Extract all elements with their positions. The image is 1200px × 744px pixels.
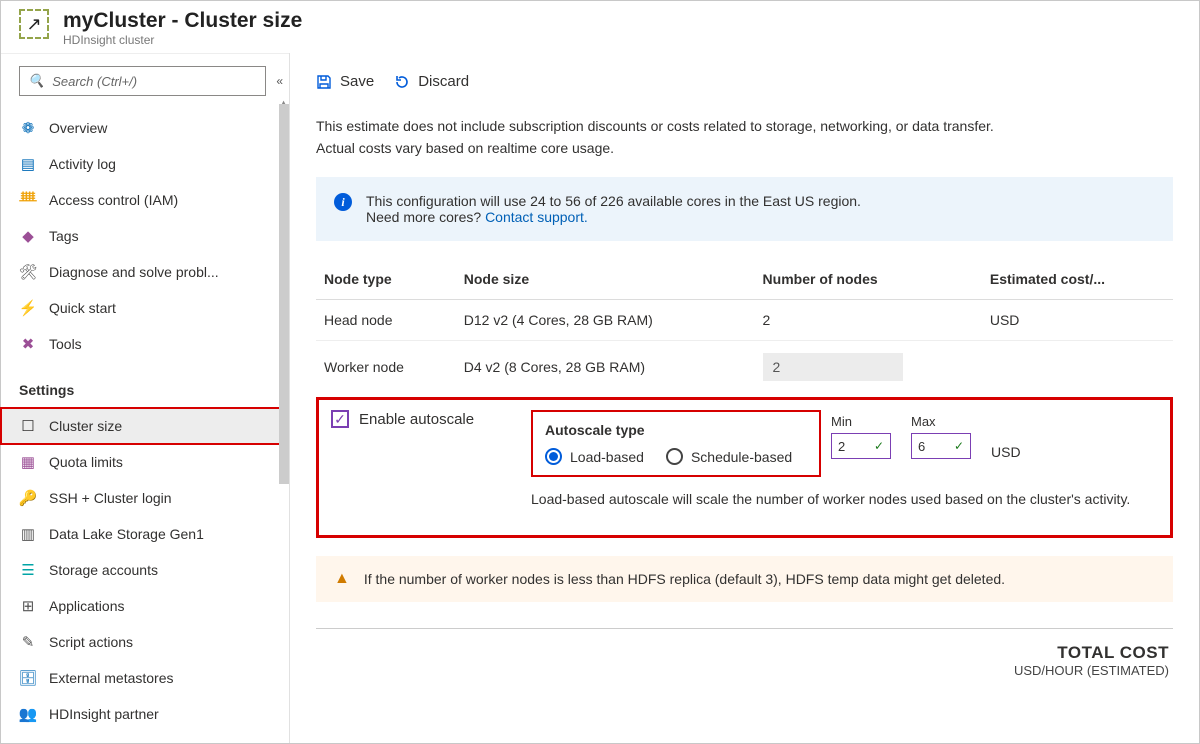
col-node-size: Node size — [456, 259, 755, 300]
sidebar-item-access[interactable]: ᚙAccess control (IAM) — [1, 182, 289, 218]
page-title: myCluster - Cluster size — [63, 9, 302, 33]
sidebar-item-scripts[interactable]: ✎Script actions — [1, 624, 289, 660]
script-icon: ✎ — [19, 633, 37, 651]
total-cost-heading: TOTAL COST — [290, 643, 1169, 663]
node-table: Node type Node size Number of nodes Esti… — [316, 259, 1173, 393]
sidebar-item-overview[interactable]: ❁Overview — [1, 110, 289, 146]
db-icon: 🗄 — [19, 669, 37, 687]
autoscale-description: Load-based autoscale will scale the numb… — [531, 485, 1158, 507]
radio-icon — [545, 448, 562, 465]
col-node-type: Node type — [316, 259, 456, 300]
autoscale-usd: USD — [991, 414, 1021, 460]
sidebar-item-tags[interactable]: ◆Tags — [1, 218, 289, 254]
partner-icon: 👥 — [19, 705, 37, 723]
radio-icon — [666, 448, 683, 465]
storage-icon: ☰ — [19, 561, 37, 579]
warning-icon: ▲ — [334, 570, 350, 588]
save-button[interactable]: Save — [316, 73, 374, 90]
sidebar-item-diagnose[interactable]: 🛠Diagnose and solve probl... — [1, 254, 289, 290]
estimate-note: This estimate does not include subscript… — [290, 102, 1199, 177]
radio-load-based[interactable]: Load-based — [545, 448, 644, 465]
tag-icon: ◆ — [19, 227, 37, 245]
tools-icon: ✖ — [19, 335, 37, 353]
discard-button[interactable]: Discard — [394, 73, 469, 90]
total-cost-sub: USD/HOUR (ESTIMATED) — [290, 663, 1169, 678]
table-row: Worker node D4 v2 (8 Cores, 28 GB RAM) 2 — [316, 341, 1173, 394]
totals: TOTAL COST USD/HOUR (ESTIMATED) — [290, 629, 1199, 678]
globe-icon: ❁ — [19, 119, 37, 137]
collapse-sidebar-icon[interactable]: « — [276, 74, 283, 88]
info-bar: i This configuration will use 24 to 56 o… — [316, 177, 1173, 241]
sidebar-item-external[interactable]: 🗄External metastores — [1, 660, 289, 696]
main-pane: Save Discard This estimate does not incl… — [289, 53, 1199, 743]
bolt-icon: ⚡ — [19, 299, 37, 317]
sidebar-item-ssh[interactable]: 🔑SSH + Cluster login — [1, 480, 289, 516]
autoscale-panel: ✓ Enable autoscale Autoscale type Load-b… — [316, 397, 1173, 538]
sidebar-item-quota[interactable]: ▦Quota limits — [1, 444, 289, 480]
sidebar-item-cluster-size[interactable]: ☐Cluster size — [1, 408, 289, 444]
max-nodes-input[interactable]: 6 ✓ — [911, 433, 971, 459]
enable-autoscale-checkbox[interactable]: ✓ — [331, 410, 349, 428]
sidebar-item-quickstart[interactable]: ⚡Quick start — [1, 290, 289, 326]
quota-icon: ▦ — [19, 453, 37, 471]
datalake-icon: ▥ — [19, 525, 37, 543]
enable-autoscale-label: Enable autoscale — [359, 411, 474, 428]
search-input[interactable]: 🔍 Search (Ctrl+/) — [19, 66, 266, 96]
warning-bar: ▲ If the number of worker nodes is less … — [316, 556, 1173, 602]
cluster-icon: ↗ — [19, 9, 49, 39]
sidebar-section-settings: Settings — [1, 372, 289, 408]
min-nodes-input[interactable]: 2 ✓ — [831, 433, 891, 459]
people-icon: ᚙ — [19, 191, 37, 209]
discard-icon — [394, 74, 410, 90]
save-icon — [316, 74, 332, 90]
check-icon: ✓ — [954, 439, 964, 453]
toolbar: Save Discard — [290, 53, 1199, 102]
page-header: ↗ myCluster - Cluster size HDInsight clu… — [1, 1, 1199, 53]
autoscale-type-group: Autoscale type Load-based Schedule-based — [531, 410, 821, 477]
sidebar-item-activity[interactable]: ▤Activity log — [1, 146, 289, 182]
sidebar-item-datalake[interactable]: ▥Data Lake Storage Gen1 — [1, 516, 289, 552]
sidebar: ▲ 🔍 Search (Ctrl+/) « ❁Overview ▤Activit… — [1, 53, 289, 743]
apps-icon: ⊞ — [19, 597, 37, 615]
info-icon: i — [334, 193, 352, 211]
search-placeholder: Search (Ctrl+/) — [52, 74, 137, 89]
key-icon: 🔑 — [19, 489, 37, 507]
col-num-nodes: Number of nodes — [755, 259, 982, 300]
sidebar-item-applications[interactable]: ⊞Applications — [1, 588, 289, 624]
worker-node-count-input[interactable]: 2 — [763, 353, 903, 381]
search-icon: 🔍 — [28, 73, 44, 89]
col-cost: Estimated cost/... — [982, 259, 1173, 300]
log-icon: ▤ — [19, 155, 37, 173]
table-row: Head node D12 v2 (4 Cores, 28 GB RAM) 2 … — [316, 300, 1173, 341]
cluster-size-icon: ☐ — [19, 417, 37, 435]
contact-support-link[interactable]: Contact support. — [485, 209, 588, 225]
sidebar-item-partner[interactable]: 👥HDInsight partner — [1, 696, 289, 732]
page-subtitle: HDInsight cluster — [63, 33, 302, 47]
check-icon: ✓ — [874, 439, 884, 453]
sidebar-item-storage[interactable]: ☰Storage accounts — [1, 552, 289, 588]
wrench-icon: 🛠 — [19, 263, 37, 281]
sidebar-item-tools[interactable]: ✖Tools — [1, 326, 289, 362]
radio-schedule-based[interactable]: Schedule-based — [666, 448, 792, 465]
scrollbar[interactable] — [279, 104, 289, 484]
